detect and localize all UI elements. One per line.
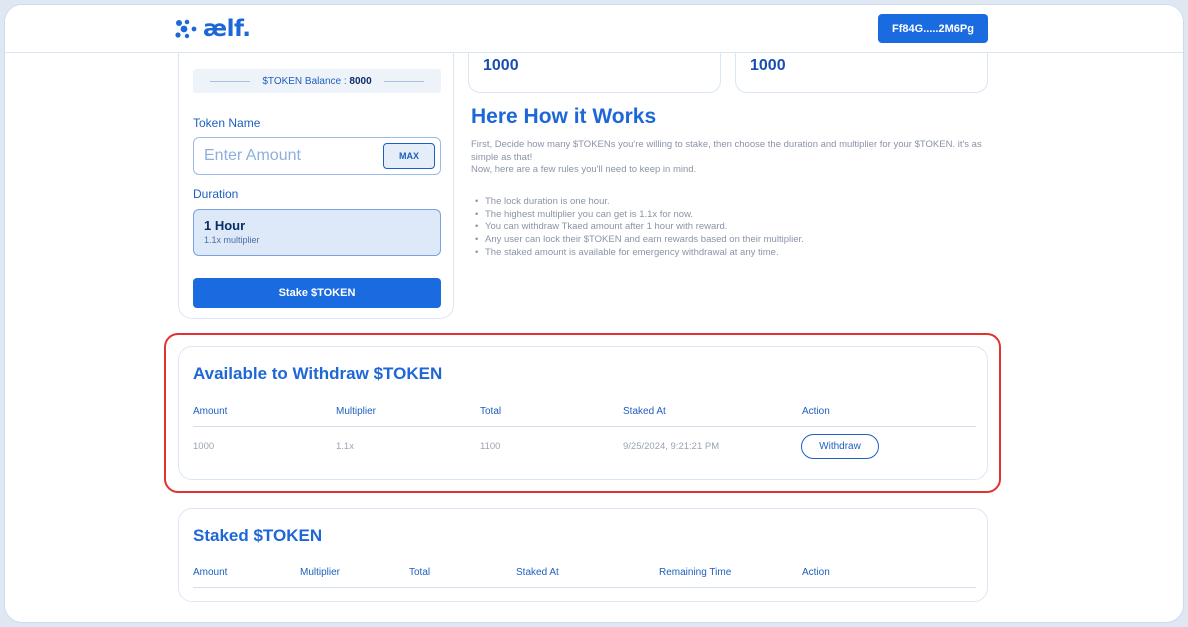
table-divider — [193, 426, 976, 427]
rule-item: The lock duration is one hour. — [471, 196, 804, 209]
column-header-total: Total — [409, 567, 431, 578]
column-header-amount: Amount — [193, 406, 228, 417]
staked-panel: Staked $TOKEN Amount Multiplier Total St… — [178, 508, 988, 602]
aelf-logo[interactable]: ælf. — [175, 16, 251, 42]
rule-item: You can withdraw Tkaed amount after 1 ho… — [471, 221, 804, 234]
rule-item: The highest multiplier you can get is 1.… — [471, 209, 804, 222]
stat-value: 1000 — [483, 57, 519, 74]
balance-label: $TOKEN Balance : 8000 — [262, 76, 371, 87]
rule-item: The staked amount is available for emerg… — [471, 247, 804, 260]
column-header-action: Action — [802, 406, 830, 417]
rule-item: Any user can lock their $TOKEN and earn … — [471, 234, 804, 247]
column-header-total: Total — [480, 406, 502, 417]
cell-staked-at: 9/25/2024, 9:21:21 PM — [623, 441, 720, 452]
max-button[interactable]: MAX — [383, 143, 435, 169]
rules-list: The lock duration is one hour. The highe… — [471, 196, 804, 260]
cell-multiplier: 1.1x — [336, 441, 354, 452]
staked-panel-title: Staked $TOKEN — [193, 526, 323, 545]
withdraw-panel: Available to Withdraw $TOKEN Amount Mult… — [178, 346, 988, 480]
stat-value: 1000 — [750, 57, 786, 74]
column-header-staked-at: Staked At — [623, 406, 666, 417]
column-header-amount: Amount — [193, 567, 228, 578]
divider — [210, 80, 251, 82]
column-header-multiplier: Multiplier — [336, 406, 377, 417]
aelf-logo-icon — [175, 19, 197, 39]
amount-input[interactable] — [204, 147, 374, 165]
token-balance-bar: $TOKEN Balance : 8000 — [193, 69, 441, 93]
stat-card: 1000 — [468, 53, 721, 93]
how-it-works-title: Here How it Works — [471, 105, 657, 128]
balance-value: 8000 — [349, 75, 372, 87]
intro-text-2: Now, here are a few rules you'll need to… — [471, 164, 697, 175]
duration-label: Duration — [193, 187, 239, 201]
stat-card: 1000 — [735, 53, 988, 93]
stake-form-card: $TOKEN Balance : 8000 Token Name MAX Dur… — [178, 53, 454, 319]
amount-field[interactable]: MAX — [193, 137, 441, 175]
table-divider — [193, 587, 976, 588]
token-name-label: Token Name — [193, 116, 261, 130]
how-it-works-intro: First, Decide how many $TOKENs you're wi… — [471, 139, 991, 177]
duration-option-1-hour[interactable]: 1 Hour 1.1x multiplier — [193, 209, 441, 256]
wallet-address-button[interactable]: Ff84G.....2M6Pg — [878, 14, 988, 43]
top-bar: ælf. Ff84G.....2M6Pg — [5, 5, 1183, 53]
divider — [383, 80, 424, 82]
column-header-action: Action — [802, 567, 830, 578]
duration-option-subtitle: 1.1x multiplier — [204, 235, 260, 245]
stake-token-button[interactable]: Stake $TOKEN — [193, 278, 441, 308]
column-header-remaining-time: Remaining Time — [659, 567, 732, 578]
withdraw-button[interactable]: Withdraw — [801, 434, 879, 459]
logo-text: ælf. — [203, 16, 251, 42]
duration-option-title: 1 Hour — [204, 218, 246, 233]
cell-total: 1100 — [480, 441, 501, 452]
balance-label-text: $TOKEN Balance : — [262, 75, 350, 87]
withdraw-panel-title: Available to Withdraw $TOKEN — [193, 364, 443, 383]
column-header-staked-at: Staked At — [516, 567, 559, 578]
app-window: ælf. Ff84G.....2M6Pg $TOKEN Balance : 80… — [4, 4, 1184, 623]
intro-text: First, Decide how many $TOKENs you're wi… — [471, 139, 982, 163]
cell-amount: 1000 — [193, 441, 215, 452]
column-header-multiplier: Multiplier — [300, 567, 341, 578]
